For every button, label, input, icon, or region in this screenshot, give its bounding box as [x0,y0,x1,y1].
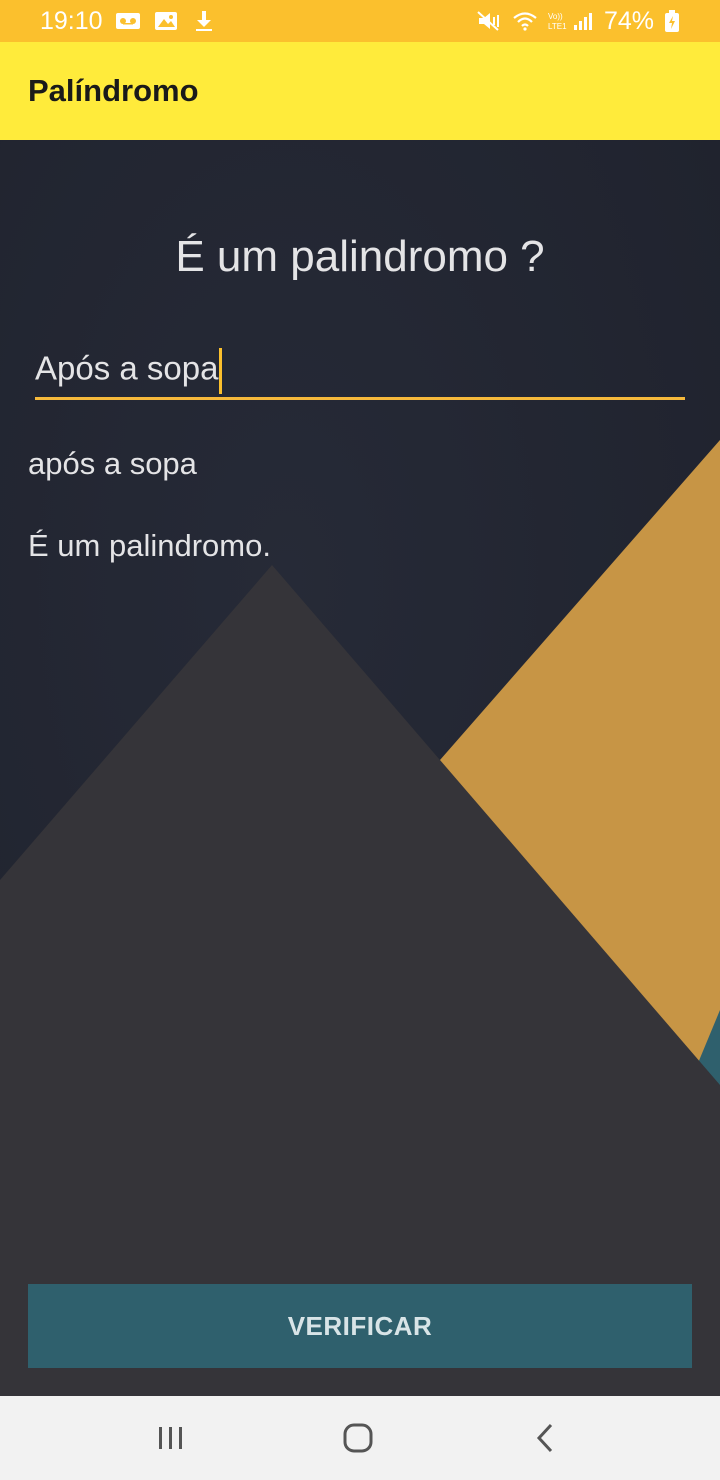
image-icon [153,10,179,32]
status-time: 19:10 [40,6,103,35]
normalized-text: após a sopa [28,446,197,481]
background-shapes [0,140,720,1396]
input-text: Após a sopa [35,349,219,387]
battery-charging-icon [664,10,680,32]
recents-icon[interactable] [151,1418,191,1458]
status-bar: 19:10 Vo)) LTE1 74% [0,0,720,42]
home-icon[interactable] [338,1418,378,1458]
app-title: Palíndromo [28,73,199,108]
app-bar: Palíndromo [0,42,720,140]
verify-button[interactable]: VERIFICAR [28,1284,692,1368]
battery-percent: 74% [603,6,654,35]
navigation-bar [0,1396,720,1480]
download-icon [191,10,217,32]
status-bar-right: Vo)) LTE1 74% [476,7,680,36]
status-bar-left: 19:10 [40,7,217,36]
text-input-field[interactable]: Após a sopa [35,340,685,400]
back-icon[interactable] [526,1418,566,1458]
app-screen: 19:10 Vo)) LTE1 74% Palíndromo É um pali… [0,0,720,1480]
svg-text:Vo)): Vo)) [548,12,563,21]
voicemail-icon [115,10,141,32]
mute-icon [476,10,502,32]
main-content: É um palindromo ? Após a sopa após a sop… [0,140,720,1396]
question-heading: É um palindromo ? [175,232,545,281]
wifi-icon [512,10,538,32]
svg-text:LTE1: LTE1 [548,22,567,31]
text-caret [219,348,223,394]
result-text: É um palindromo. [28,528,271,563]
lte-signal-icon: Vo)) LTE1 [548,10,594,32]
text-input-value[interactable]: Após a sopa [35,348,223,394]
